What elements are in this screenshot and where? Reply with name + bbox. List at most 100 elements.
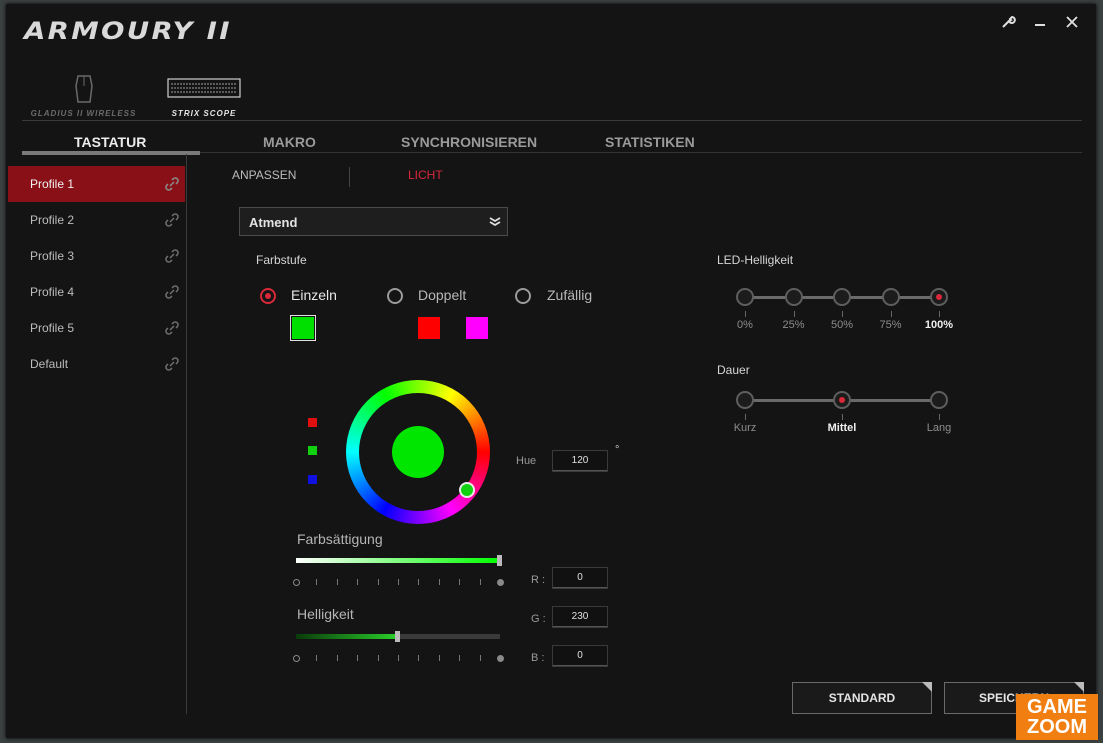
radio-zufaellig[interactable] [515, 288, 531, 304]
green-channel-indicator [308, 446, 317, 455]
saturation-handle[interactable] [497, 555, 502, 566]
link-icon[interactable] [165, 321, 179, 335]
slider-tick [479, 655, 481, 661]
slider-tick [316, 579, 318, 585]
stepper-label: Lang [926, 422, 952, 434]
watermark-line: ZOOM [1027, 716, 1087, 738]
stepper-label: Kurz [733, 422, 757, 434]
hue-input[interactable]: 120 [552, 450, 608, 472]
slider-tick [418, 579, 420, 585]
slider-tick [459, 655, 461, 661]
profile-list: Profile 1 Profile 2 Profile 3 Profile 4 … [8, 166, 185, 382]
tab-statistiken[interactable]: STATISTIKEN [605, 134, 695, 150]
slider-tick [438, 655, 440, 661]
brightness-fill [296, 634, 398, 639]
led-brightness-title: LED-Helligkeit [717, 253, 794, 267]
profile-label: Default [30, 357, 69, 371]
stepper-tick [745, 311, 746, 317]
stepper-node[interactable] [736, 391, 754, 409]
radio-einzeln-label: Einzeln [291, 287, 337, 303]
color-wheel[interactable] [346, 380, 490, 524]
slider-tick [336, 655, 338, 661]
stepper-node[interactable] [833, 391, 851, 409]
subtab-anpassen[interactable]: ANPASSEN [232, 168, 296, 182]
radio-doppelt-label: Doppelt [418, 287, 467, 303]
gamezoom-watermark: GAME ZOOM [1016, 694, 1098, 740]
slider-tick [398, 655, 399, 661]
tab-makro[interactable]: MAKRO [263, 134, 316, 150]
hue-label: Hue [516, 455, 537, 467]
stepper-tick [793, 311, 795, 317]
color-swatch-double-b[interactable] [466, 317, 488, 339]
stepper-label: 25% [782, 319, 805, 331]
profile-item[interactable]: Profile 1 [8, 166, 185, 202]
stepper-node[interactable] [833, 288, 851, 306]
tab-synchronisieren[interactable]: SYNCHRONISIEREN [401, 134, 537, 150]
standard-button[interactable]: STANDARD [792, 682, 932, 714]
stepper-node[interactable] [881, 288, 900, 306]
b-input[interactable]: 0 [552, 645, 608, 667]
link-icon[interactable] [165, 177, 179, 191]
slider-tick [357, 655, 359, 661]
mouse-icon [74, 75, 93, 103]
profile-label: Profile 3 [30, 249, 75, 263]
minimize-icon[interactable] [1028, 10, 1052, 34]
profile-label: Profile 1 [30, 177, 75, 191]
app-window: ARMOURY II GLADIUS II WIRELESS STRIX SCO… [6, 4, 1096, 738]
stepper-tick [939, 414, 940, 420]
stepper-node[interactable] [784, 288, 803, 306]
chevron-down-icon [489, 217, 501, 227]
link-icon[interactable] [165, 213, 179, 227]
duration-title: Dauer [717, 363, 750, 377]
hue-handle[interactable] [459, 482, 475, 498]
keyboard-icon [167, 78, 241, 98]
profile-item[interactable]: Profile 5 [8, 310, 185, 346]
link-icon[interactable] [165, 357, 179, 371]
color-swatch-double-a[interactable] [418, 317, 440, 339]
r-input[interactable]: 0 [552, 567, 608, 589]
stepper-tick [745, 414, 746, 420]
profile-label: Profile 4 [30, 285, 75, 299]
subtab-licht[interactable]: LICHT [408, 168, 443, 182]
stepper-label: 75% [879, 319, 902, 331]
slider-tick [438, 579, 440, 585]
watermark-line: GAME [1027, 696, 1087, 718]
stepper-node[interactable] [930, 391, 948, 409]
slider-tick [479, 579, 481, 585]
stepper-node[interactable] [736, 288, 754, 306]
degree-symbol: ° [615, 444, 620, 456]
stepper-tick [890, 311, 892, 317]
slider-tick [377, 579, 379, 585]
g-input[interactable]: 230 [552, 606, 608, 628]
device-label: STRIX SCOPE [171, 109, 237, 118]
color-swatch-single[interactable] [290, 315, 316, 341]
stepper-tick [842, 414, 843, 420]
device-gladius[interactable]: GLADIUS II WIRELESS [26, 74, 141, 118]
slider-tick [459, 579, 461, 585]
slider-tick [316, 655, 318, 661]
device-strix-scope[interactable]: STRIX SCOPE [164, 74, 244, 118]
profile-label: Profile 2 [30, 213, 75, 227]
link-icon[interactable] [165, 249, 179, 263]
effect-dropdown-value: Atmend [249, 215, 298, 230]
effect-dropdown[interactable]: Atmend [239, 207, 508, 236]
slider-max-dot [497, 579, 504, 586]
slider-tick [418, 655, 420, 661]
profile-item[interactable]: Default [8, 346, 185, 382]
link-icon[interactable] [165, 285, 179, 299]
saturation-track[interactable] [296, 558, 500, 563]
stepper-node[interactable] [930, 288, 948, 306]
device-label: GLADIUS II WIRELESS [30, 109, 137, 118]
slider-max-dot [497, 655, 504, 662]
settings-wrench-icon[interactable] [996, 10, 1020, 34]
profile-item[interactable]: Profile 2 [8, 202, 185, 238]
slider-min-dot [293, 655, 300, 662]
tab-tastatur[interactable]: TASTATUR [74, 134, 146, 150]
close-icon[interactable] [1060, 10, 1084, 34]
brightness-handle[interactable] [395, 631, 400, 642]
profile-item[interactable]: Profile 3 [8, 238, 185, 274]
profile-item[interactable]: Profile 4 [8, 274, 185, 310]
divider [22, 120, 1082, 121]
radio-einzeln[interactable] [260, 288, 276, 304]
radio-doppelt[interactable] [387, 288, 403, 304]
